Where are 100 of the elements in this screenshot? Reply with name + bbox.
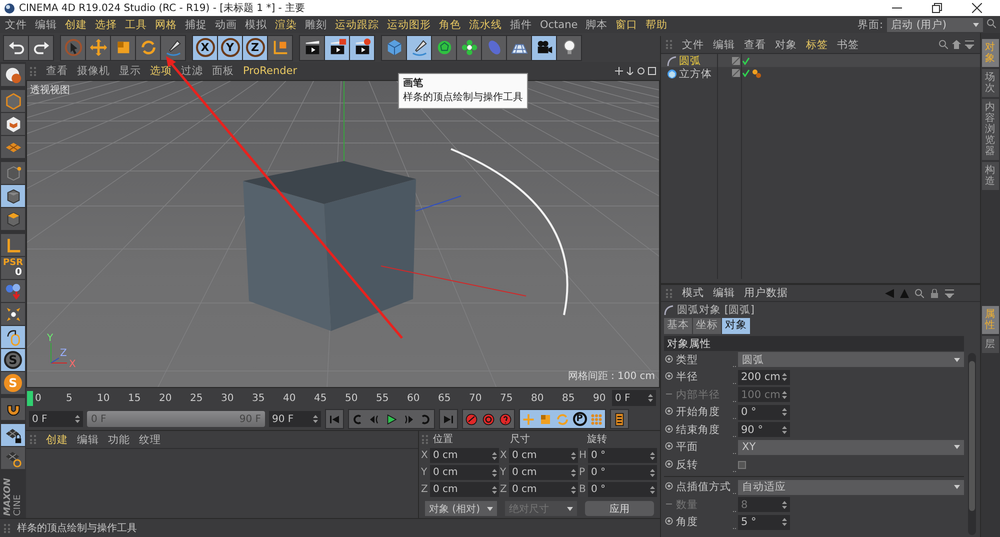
psr-button[interactable]: PSR 0: [1, 257, 25, 279]
menu-item[interactable]: 编辑: [713, 286, 735, 300]
record-button[interactable]: [463, 410, 480, 428]
coordinate-field[interactable]: 0 °: [588, 448, 657, 463]
key-parameter-button[interactable]: P: [571, 410, 588, 428]
menu-item[interactable]: 查看: [744, 38, 766, 52]
checkbox[interactable]: [738, 460, 746, 469]
key-help-button[interactable]: [497, 410, 514, 428]
menu-item[interactable]: 模拟: [245, 18, 267, 32]
dynamics-button[interactable]: [1, 280, 25, 302]
coordinate-field[interactable]: 0 °: [588, 465, 657, 480]
coordinate-mode-dropdown[interactable]: 对象 (相对): [425, 501, 497, 516]
axis-lock-button[interactable]: X: [193, 36, 217, 60]
property-field[interactable]: 0 °: [738, 404, 790, 420]
camera-button[interactable]: [532, 36, 556, 60]
menu-item[interactable]: 文件: [682, 38, 704, 52]
property-field[interactable]: 5 °: [738, 514, 790, 530]
snap-button[interactable]: S: [1, 349, 25, 371]
menu-item[interactable]: 面板: [212, 64, 234, 78]
menu-item[interactable]: 窗口: [616, 18, 638, 32]
menu-item[interactable]: 编辑: [35, 18, 57, 32]
go-start-button[interactable]: [326, 410, 343, 428]
menu-item[interactable]: 书签: [837, 38, 859, 52]
scrollbar[interactable]: [968, 353, 976, 535]
menu-item[interactable]: 运动图形: [387, 18, 431, 32]
property-field[interactable]: 200 cm: [738, 370, 790, 385]
menu-item[interactable]: ProRender: [243, 65, 298, 77]
menu-item[interactable]: 运动跟踪: [335, 18, 379, 32]
move-tool-button[interactable]: [86, 36, 110, 60]
menu-item[interactable]: 脚本: [586, 18, 608, 32]
start-frame-field[interactable]: 0 F: [29, 411, 83, 427]
object-row[interactable]: 立方体: [661, 67, 980, 80]
menu-item[interactable]: 过滤: [181, 64, 203, 78]
coordinate-system-button[interactable]: [268, 36, 292, 60]
layout-dropdown[interactable]: 启动 (用户): [887, 18, 983, 32]
pen-tool-button[interactable]: [407, 36, 431, 60]
menu-item[interactable]: 捕捉: [185, 18, 207, 32]
menu-item[interactable]: 摄像机: [77, 64, 110, 78]
object-row[interactable]: 圆弧: [661, 54, 980, 67]
rotate-tool-button[interactable]: [136, 36, 160, 60]
axis-lock-button[interactable]: Y: [218, 36, 242, 60]
menu-item[interactable]: 工具: [125, 18, 147, 32]
floor-button[interactable]: [507, 36, 531, 60]
property-dropdown[interactable]: 自动适应: [738, 480, 964, 495]
next-frame-button[interactable]: [417, 410, 434, 428]
property-dropdown[interactable]: 圆弧: [738, 352, 964, 368]
menu-item[interactable]: 编辑: [713, 38, 735, 52]
property-dropdown[interactable]: XY: [738, 440, 964, 455]
render-view-button[interactable]: [300, 36, 324, 60]
menu-item[interactable]: 功能: [108, 432, 130, 446]
mouse-button[interactable]: [1, 326, 25, 348]
menu-item[interactable]: 选项: [150, 64, 172, 78]
coordinate-field[interactable]: 0 cm: [509, 482, 578, 497]
coordinate-field[interactable]: 0 cm: [430, 482, 499, 497]
menu-item[interactable]: 选择: [95, 18, 117, 32]
menu-item[interactable]: Octane: [540, 18, 578, 30]
property-field[interactable]: 90 °: [738, 422, 790, 438]
axis-mode-button[interactable]: [1, 234, 25, 256]
side-tab[interactable]: 内容浏览器: [982, 99, 999, 160]
menu-item[interactable]: 用户数据: [744, 286, 788, 300]
cube-button[interactable]: [382, 36, 406, 60]
workplane-mode-button[interactable]: [1, 136, 25, 158]
coordinate-field[interactable]: 0 cm: [509, 448, 578, 463]
menu-item[interactable]: 查看: [46, 64, 68, 78]
prev-frame-button[interactable]: [349, 410, 366, 428]
end-frame-field[interactable]: 90 F: [269, 411, 321, 427]
menu-item[interactable]: 流水线: [469, 18, 502, 32]
coordinate-field[interactable]: 0 °: [588, 482, 657, 497]
texture-mode-button[interactable]: [1, 113, 25, 135]
subdivision-button[interactable]: [432, 36, 456, 60]
menu-item[interactable]: 标签: [806, 38, 828, 52]
select-tool-button[interactable]: [61, 36, 85, 60]
timeline-window-button[interactable]: [611, 410, 628, 428]
light-button[interactable]: [557, 36, 581, 60]
menu-item[interactable]: 创建: [65, 18, 87, 32]
side-tab[interactable]: 场次: [982, 69, 999, 97]
object-mode-button[interactable]: [1, 208, 25, 230]
pen-tool-button[interactable]: [161, 36, 185, 60]
coordinate-field[interactable]: 0 cm: [430, 465, 499, 480]
menu-item[interactable]: 模式: [682, 286, 704, 300]
menu-item[interactable]: 纹理: [139, 432, 161, 446]
render-button[interactable]: [325, 36, 349, 60]
menu-item[interactable]: 帮助: [646, 18, 668, 32]
menu-item[interactable]: 雕刻: [305, 18, 327, 32]
render-settings-button[interactable]: [350, 36, 374, 60]
menu-item[interactable]: 角色: [439, 18, 461, 32]
polygons-mode-button[interactable]: [1, 185, 25, 207]
cloner-button[interactable]: [457, 36, 481, 60]
menu-item[interactable]: 插件: [510, 18, 532, 32]
magnet-button[interactable]: [1, 398, 25, 420]
menu-item[interactable]: 创建: [46, 432, 68, 446]
axis-lock-button[interactable]: Z: [243, 36, 267, 60]
menu-item[interactable]: 对象: [775, 38, 797, 52]
tab[interactable]: 对象: [722, 318, 750, 334]
apply-button[interactable]: 应用: [585, 501, 654, 516]
tab[interactable]: 基本: [664, 318, 692, 334]
menu-item[interactable]: 渲染: [275, 18, 297, 32]
coordinate-field[interactable]: 0 cm: [430, 448, 499, 463]
menu-item[interactable]: 文件: [5, 18, 27, 32]
go-end-button[interactable]: [440, 410, 457, 428]
